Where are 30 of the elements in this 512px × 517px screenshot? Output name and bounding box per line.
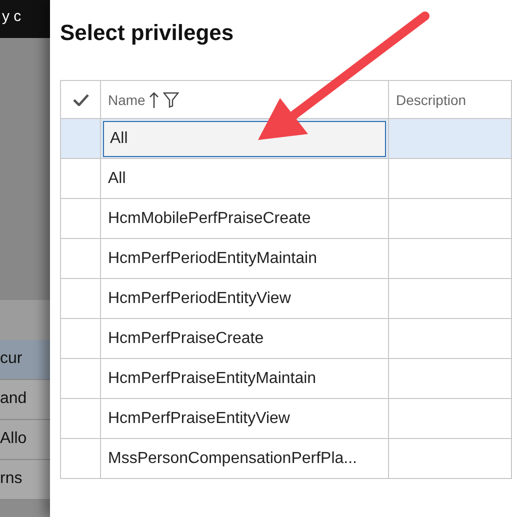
row-selector[interactable]: [61, 319, 101, 359]
header-text: y c: [0, 0, 50, 38]
row-selector[interactable]: [61, 239, 101, 279]
dialog-title: Select privileges: [60, 20, 235, 47]
filter-icon[interactable]: [163, 92, 180, 108]
row-selector[interactable]: [61, 159, 101, 199]
list-row[interactable]: and: [0, 380, 50, 420]
row-selector[interactable]: [61, 439, 101, 479]
name-input-field[interactable]: All: [103, 120, 386, 156]
sort-arrow-icon[interactable]: [149, 92, 160, 108]
privilege-name: HcmMobilePerfPraiseCreate: [107, 210, 311, 228]
column-header[interactable]: Name: [108, 92, 146, 108]
list-row[interactable]: Allo: [0, 420, 50, 460]
row-selector[interactable]: [61, 359, 101, 399]
privilege-name: HcmPerfPeriodEntityView: [107, 290, 291, 308]
list-row[interactable]: rns: [0, 460, 50, 500]
row-selector[interactable]: [61, 399, 101, 439]
check-icon[interactable]: [72, 94, 88, 106]
privilege-name: HcmPerfPraiseCreate: [107, 330, 264, 348]
privilege-name: HcmPerfPraiseEntityView: [107, 410, 290, 428]
privilege-name: HcmPerfPraiseEntityMaintain: [107, 370, 316, 388]
background-header: [0, 300, 50, 340]
privilege-name: MssPersonCompensationPerfPla...: [107, 450, 357, 468]
row-selector[interactable]: [61, 279, 101, 319]
column-header[interactable]: Description: [396, 92, 466, 108]
row-selector[interactable]: [61, 119, 101, 159]
row-selector[interactable]: [61, 199, 101, 239]
privilege-name: HcmPerfPeriodEntityMaintain: [107, 250, 317, 268]
list-row[interactable]: cur: [0, 340, 50, 380]
privilege-name: All: [107, 170, 126, 188]
